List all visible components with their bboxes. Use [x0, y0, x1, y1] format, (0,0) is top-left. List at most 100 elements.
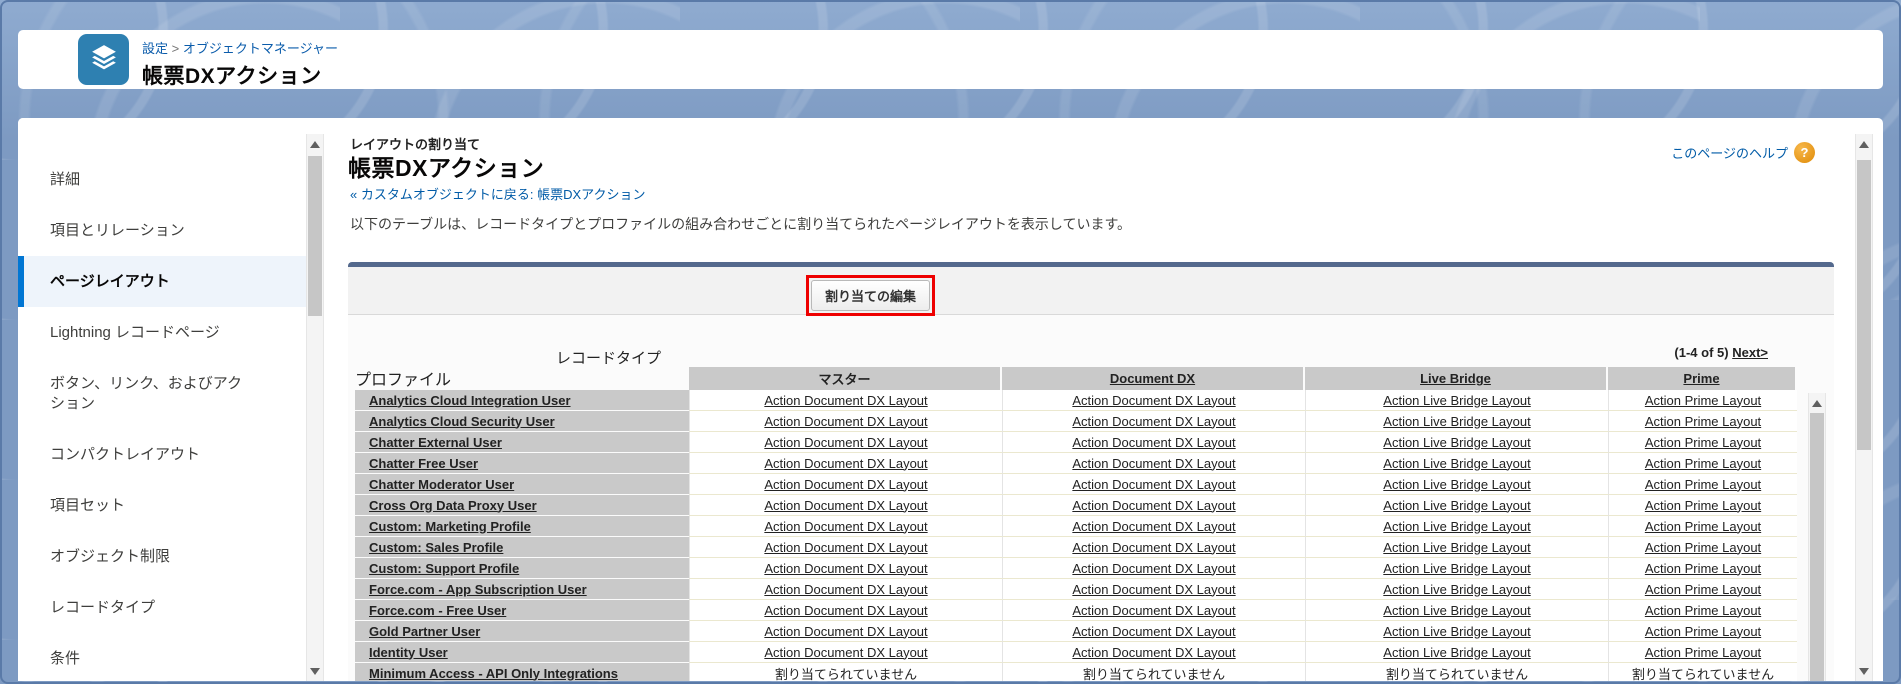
profile-link[interactable]: Cross Org Data Proxy User [369, 498, 537, 513]
record-type-link[interactable]: Document DX [1110, 371, 1195, 386]
sidebar-item-link[interactable]: レコードタイプ [18, 582, 306, 633]
profile-link[interactable]: Custom: Marketing Profile [369, 519, 531, 534]
layout-link[interactable]: Action Document DX Layout [1072, 393, 1235, 408]
scroll-down-icon[interactable] [1856, 663, 1872, 679]
layout-link[interactable]: Action Document DX Layout [1072, 561, 1235, 576]
layout-link[interactable]: Action Prime Layout [1645, 393, 1761, 408]
layout-link[interactable]: Action Prime Layout [1645, 624, 1761, 639]
scroll-up-icon[interactable] [1809, 395, 1825, 411]
sidebar-item-link[interactable]: 項目セット [18, 480, 306, 531]
layout-link[interactable]: Action Prime Layout [1645, 540, 1761, 555]
layout-link[interactable]: Action Document DX Layout [764, 645, 927, 660]
sidebar-item-link[interactable]: Lightning レコードページ [18, 307, 306, 358]
layout-link[interactable]: Action Live Bridge Layout [1383, 561, 1530, 576]
layout-link[interactable]: Action Prime Layout [1645, 582, 1761, 597]
layout-link[interactable]: Action Live Bridge Layout [1383, 477, 1530, 492]
profile-link[interactable]: Gold Partner User [369, 624, 480, 639]
scroll-up-icon[interactable] [1856, 136, 1872, 152]
layout-link[interactable]: Action Document DX Layout [764, 519, 927, 534]
layout-link[interactable]: Action Prime Layout [1645, 456, 1761, 471]
table-scrollbar[interactable] [1808, 393, 1826, 681]
layout-link[interactable]: Action Document DX Layout [764, 540, 927, 555]
scroll-up-icon[interactable] [307, 136, 323, 152]
scrollbar-thumb[interactable] [1810, 413, 1824, 681]
layout-link[interactable]: Action Document DX Layout [1072, 645, 1235, 660]
layout-link[interactable]: Action Prime Layout [1645, 498, 1761, 513]
page-description: 以下のテーブルは、レコードタイプとプロファイルの組み合わせごとに割り当てられたペ… [350, 214, 1131, 234]
sidebar-item-link[interactable]: オブジェクト制限 [18, 531, 306, 582]
profile-link[interactable]: Analytics Cloud Security User [369, 414, 555, 429]
profile-link[interactable]: Chatter Free User [369, 456, 478, 471]
profile-link[interactable]: Custom: Sales Profile [369, 540, 503, 555]
layout-link[interactable]: Action Live Bridge Layout [1383, 519, 1530, 534]
layout-link[interactable]: Action Document DX Layout [1072, 519, 1235, 534]
layout-link[interactable]: Action Document DX Layout [1072, 456, 1235, 471]
scrollbar-thumb[interactable] [308, 156, 322, 316]
layout-link[interactable]: Action Document DX Layout [1072, 603, 1235, 618]
layout-link[interactable]: Action Live Bridge Layout [1383, 435, 1530, 450]
layout-link[interactable]: Action Live Bridge Layout [1383, 624, 1530, 639]
layout-link[interactable]: Action Live Bridge Layout [1383, 582, 1530, 597]
edit-assignment-button[interactable]: 割り当ての編集 [811, 280, 930, 311]
column-header: Prime [1608, 367, 1797, 390]
profile-link[interactable]: Identity User [369, 645, 448, 660]
help-icon[interactable]: ? [1794, 142, 1815, 163]
profile-link[interactable]: Force.com - Free User [369, 603, 506, 618]
layout-link[interactable]: Action Live Bridge Layout [1383, 393, 1530, 408]
layout-link[interactable]: Action Document DX Layout [1072, 435, 1235, 450]
scrollbar-thumb[interactable] [1857, 160, 1871, 450]
layout-link[interactable]: Action Document DX Layout [764, 603, 927, 618]
layout-link[interactable]: Action Prime Layout [1645, 519, 1761, 534]
pagination-next-link[interactable]: Next> [1732, 345, 1768, 360]
layout-link[interactable]: Action Document DX Layout [764, 582, 927, 597]
profile-link[interactable]: Minimum Access - API Only Integrations [369, 666, 618, 681]
layout-link[interactable]: Action Document DX Layout [764, 414, 927, 429]
layout-link[interactable]: Action Document DX Layout [764, 435, 927, 450]
layout-link[interactable]: Action Document DX Layout [1072, 414, 1235, 429]
sidebar-item-link[interactable]: 条件 [18, 633, 306, 681]
layout-link[interactable]: Action Document DX Layout [764, 561, 927, 576]
layout-link[interactable]: Action Document DX Layout [764, 477, 927, 492]
profile-link[interactable]: Chatter External User [369, 435, 502, 450]
profile-cell: Force.com - Free User [355, 600, 689, 621]
record-type-link[interactable]: Prime [1683, 371, 1719, 386]
breadcrumb-object-manager-link[interactable]: オブジェクトマネージャー [183, 41, 338, 56]
layout-link[interactable]: Action Document DX Layout [1072, 540, 1235, 555]
layout-link[interactable]: Action Live Bridge Layout [1383, 540, 1530, 555]
profile-link[interactable]: Chatter Moderator User [369, 477, 514, 492]
sidebar-item-link[interactable]: ボタン、リンク、およびアクション [18, 358, 306, 429]
layout-link[interactable]: Action Document DX Layout [1072, 498, 1235, 513]
layout-link[interactable]: Action Live Bridge Layout [1383, 414, 1530, 429]
profile-link[interactable]: Custom: Support Profile [369, 561, 519, 576]
back-to-object-link[interactable]: « カスタムオブジェクトに戻る: 帳票DXアクション [350, 184, 645, 203]
layout-link[interactable]: Action Live Bridge Layout [1383, 456, 1530, 471]
layout-link[interactable]: Action Document DX Layout [764, 456, 927, 471]
layout-link[interactable]: Action Prime Layout [1645, 603, 1761, 618]
sidebar-item-link[interactable]: 項目とリレーション [18, 205, 306, 256]
profile-link[interactable]: Force.com - App Subscription User [369, 582, 587, 597]
sidebar-item-link[interactable]: コンパクトレイアウト [18, 429, 306, 480]
layout-link[interactable]: Action Live Bridge Layout [1383, 498, 1530, 513]
layout-link[interactable]: Action Document DX Layout [764, 498, 927, 513]
sidebar-item-selected[interactable]: ページレイアウト [18, 256, 306, 307]
sidebar-scrollbar[interactable] [306, 134, 324, 681]
layout-link[interactable]: Action Document DX Layout [1072, 624, 1235, 639]
layout-link[interactable]: Action Prime Layout [1645, 477, 1761, 492]
layout-link[interactable]: Action Prime Layout [1645, 645, 1761, 660]
sidebar-item-link[interactable]: 詳細 [18, 154, 306, 205]
layout-link[interactable]: Action Live Bridge Layout [1383, 645, 1530, 660]
scroll-down-icon[interactable] [307, 663, 323, 679]
layout-link[interactable]: Action Document DX Layout [1072, 477, 1235, 492]
breadcrumb-setup-link[interactable]: 設定 [142, 41, 168, 56]
layout-link[interactable]: Action Prime Layout [1645, 414, 1761, 429]
layout-link[interactable]: Action Document DX Layout [764, 624, 927, 639]
content-scrollbar[interactable] [1855, 134, 1873, 681]
layout-link[interactable]: Action Live Bridge Layout [1383, 603, 1530, 618]
record-type-link[interactable]: Live Bridge [1420, 371, 1491, 386]
layout-link[interactable]: Action Prime Layout [1645, 561, 1761, 576]
layout-link[interactable]: Action Document DX Layout [1072, 582, 1235, 597]
layout-link[interactable]: Action Document DX Layout [764, 393, 927, 408]
page-help-link[interactable]: このページのヘルプ [1671, 143, 1788, 162]
layout-link[interactable]: Action Prime Layout [1645, 435, 1761, 450]
profile-link[interactable]: Analytics Cloud Integration User [369, 393, 571, 408]
